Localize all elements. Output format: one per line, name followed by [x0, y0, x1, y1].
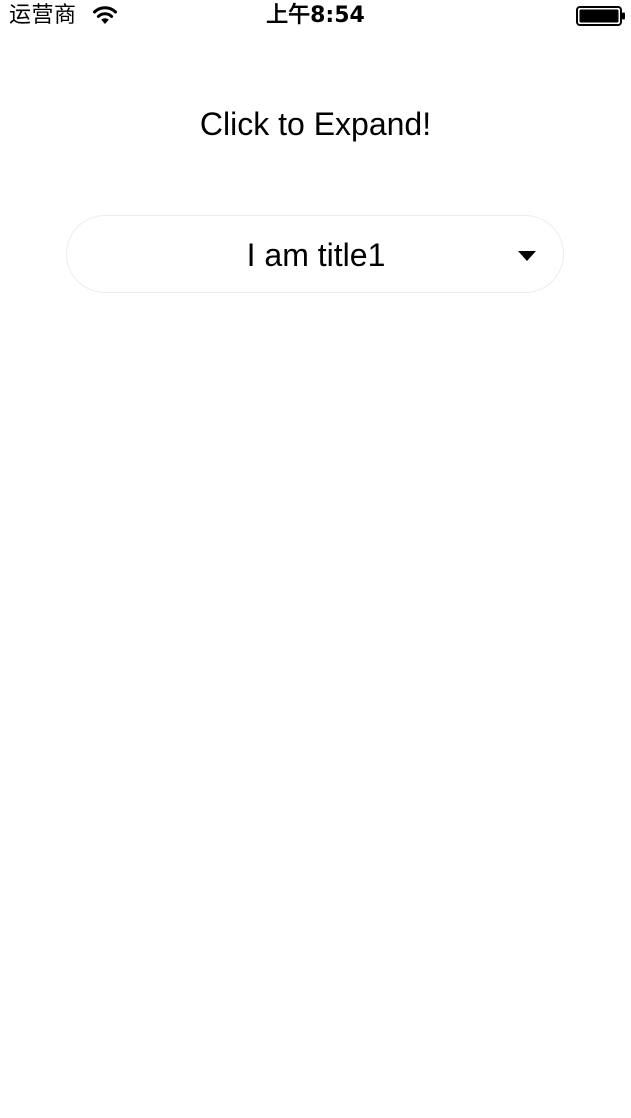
status-bar: 运营商 上午8:54 [0, 0, 631, 34]
caret-down-icon[interactable] [518, 251, 536, 261]
dropdown-selected-label: I am title1 [246, 237, 386, 273]
status-time: 上午8:54 [266, 3, 365, 28]
dropdown-selector[interactable]: I am title1 [66, 215, 564, 293]
battery-full-icon [576, 6, 625, 26]
page-title: Click to Expand! [199, 106, 432, 142]
